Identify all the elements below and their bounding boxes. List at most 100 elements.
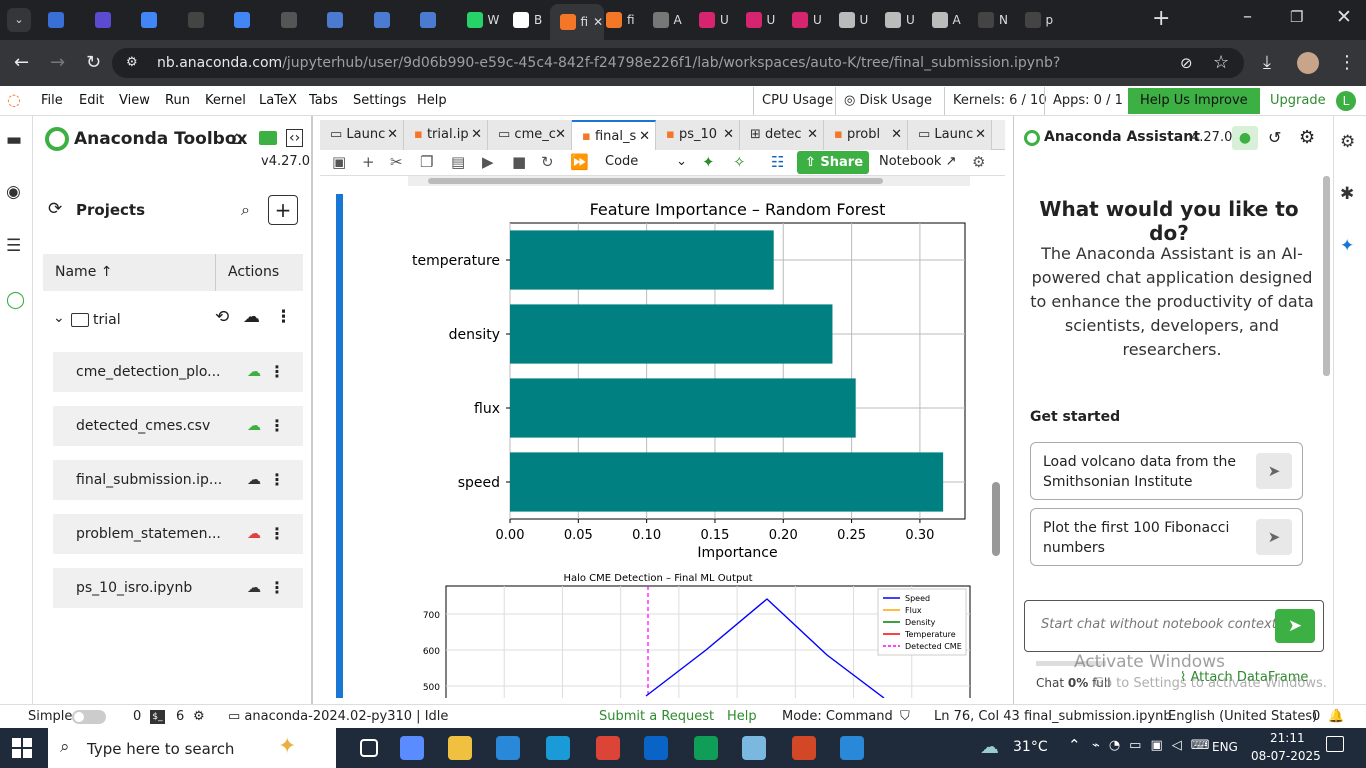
send-suggestion-icon[interactable]: ➤ xyxy=(1256,453,1292,489)
maximize-button[interactable]: ❐ xyxy=(1290,8,1303,26)
notebook-tab[interactable]: ▪ ps_10 ✕ xyxy=(656,120,740,150)
notebook-tab[interactable]: ▭ Launc ✕ xyxy=(320,120,404,150)
settings-gear-icon[interactable]: ⚙ xyxy=(1299,127,1315,148)
browser-tab[interactable]: U xyxy=(875,0,919,40)
submit-request-link[interactable]: Submit a Request xyxy=(599,705,714,729)
horizontal-scrollbar[interactable] xyxy=(408,176,970,186)
notebook-tab[interactable]: ⊞ detec ✕ xyxy=(740,120,824,150)
suggestion-card[interactable]: Load volcano data from the Smithsonian I… xyxy=(1030,442,1303,500)
file-item[interactable]: ps_10_isro.ipynb ☁ ⋮ xyxy=(53,568,303,608)
cloud-upload-icon[interactable]: ☁ xyxy=(243,307,260,327)
menu-run[interactable]: Run xyxy=(165,86,190,116)
chat-input[interactable]: Start chat without notebook context... ➤ xyxy=(1024,600,1324,652)
browser-tab[interactable] xyxy=(85,0,129,40)
kebab-menu-icon[interactable]: ⋮ xyxy=(269,406,285,446)
restart-icon[interactable]: ↻ xyxy=(541,153,554,171)
close-tab-icon[interactable]: ✕ xyxy=(723,120,734,150)
tab-search-button[interactable]: ⌄ xyxy=(7,8,31,32)
code-icon[interactable]: ‹› xyxy=(286,129,304,147)
browser-tab[interactable] xyxy=(178,0,222,40)
notebook-kernel-button[interactable]: Notebook ↗ xyxy=(879,154,957,169)
weather-temp[interactable]: 31°C xyxy=(1013,739,1048,755)
history-icon[interactable]: ↺ xyxy=(1268,128,1281,147)
help-us-improve-button[interactable]: Help Us Improve xyxy=(1128,88,1260,114)
sync-icon[interactable]: ⟲ xyxy=(215,307,229,327)
input-language[interactable]: ENG xyxy=(1212,740,1238,754)
cut-icon[interactable]: ✂ xyxy=(390,153,403,171)
sparkle-icon[interactable]: ✦ xyxy=(702,153,715,171)
gear-icon[interactable]: ⚙ xyxy=(193,705,205,729)
folder-green-icon[interactable] xyxy=(259,131,277,145)
add-project-button[interactable]: + xyxy=(268,195,298,225)
scroll-thumb[interactable] xyxy=(428,178,883,184)
environment-status[interactable]: ▭ anaconda-2024.02-py310 | Idle xyxy=(228,705,448,729)
simple-mode-toggle[interactable] xyxy=(72,710,106,724)
browser-tab[interactable]: A xyxy=(922,0,966,40)
outlook-icon[interactable] xyxy=(644,736,668,760)
close-tab-icon[interactable]: ✕ xyxy=(639,122,650,150)
send-button[interactable]: ➤ xyxy=(1275,609,1315,643)
kebab-menu-icon[interactable]: ⋮ xyxy=(269,460,285,500)
menu-help[interactable]: Help xyxy=(417,86,447,116)
forward-icon[interactable]: → xyxy=(50,52,65,73)
debugger-icon[interactable]: ✱ xyxy=(1340,184,1360,204)
assistant-run-icon[interactable]: ✧ xyxy=(733,153,746,171)
terminal-icon[interactable]: $_ xyxy=(150,710,165,724)
close-tab-icon[interactable]: ✕ xyxy=(975,120,986,150)
variables-icon[interactable]: ☷ xyxy=(771,153,784,171)
browser-tab[interactable]: U xyxy=(829,0,873,40)
edge-icon[interactable] xyxy=(546,736,570,760)
run-all-icon[interactable]: ⏩ xyxy=(570,153,589,171)
browser-tab[interactable] xyxy=(224,0,268,40)
copilot-icon[interactable] xyxy=(400,736,424,760)
cpu-usage-button[interactable]: CPU Usage xyxy=(753,87,841,115)
menu-edit[interactable]: Edit xyxy=(79,86,104,116)
apps-status[interactable]: Apps: 0 / 1 xyxy=(1044,87,1131,115)
tray-chevron-icon[interactable]: ⌃ xyxy=(1068,736,1081,754)
share-button[interactable]: ⇧ Share xyxy=(797,151,869,174)
close-tab-icon[interactable]: ✕ xyxy=(807,120,818,150)
kernels-status[interactable]: Kernels: 6 / 10 xyxy=(944,87,1055,115)
new-tab-button[interactable]: + xyxy=(1152,6,1170,31)
browser-tab[interactable] xyxy=(317,0,361,40)
browser-tab[interactable]: B xyxy=(503,0,547,40)
notebook-tab[interactable]: ▪ trial.ip ✕ xyxy=(404,120,488,150)
notebook-tab[interactable]: ▭ Launc ✕ xyxy=(908,120,992,150)
clock-date[interactable]: 08-07-2025 xyxy=(1251,749,1321,763)
assistant-scrollbar[interactable] xyxy=(1323,176,1330,376)
reload-icon[interactable]: ↻ xyxy=(86,52,101,73)
clock-time[interactable]: 21:11 xyxy=(1270,731,1305,745)
notebook-tab[interactable]: ▪ final_s ✕ xyxy=(572,120,656,150)
cell-type-select[interactable]: Code ⌄ xyxy=(605,154,687,169)
file-item[interactable]: detected_cmes.csv ☁ ⋮ xyxy=(53,406,303,446)
menu-file[interactable]: File xyxy=(41,86,63,116)
minimize-button[interactable]: – xyxy=(1243,6,1252,27)
chrome-icon[interactable] xyxy=(694,736,718,760)
chat-icon[interactable]: ● xyxy=(1232,126,1258,150)
back-icon[interactable]: ← xyxy=(14,52,29,73)
browser-menu-icon[interactable]: ⋮ xyxy=(1338,52,1356,73)
disk-usage-button[interactable]: ◎ Disk Usage xyxy=(835,87,940,115)
file-item[interactable]: final_submission.ip... ☁ ⋮ xyxy=(53,460,303,500)
browser-tab[interactable] xyxy=(271,0,315,40)
copy-icon[interactable]: ❐ xyxy=(420,153,433,171)
browser-tab[interactable] xyxy=(410,0,454,40)
chrome-icon[interactable] xyxy=(596,736,620,760)
site-info-icon[interactable]: ⚙ xyxy=(126,48,138,78)
toc-icon[interactable]: ☰ xyxy=(6,236,26,256)
browser-tab[interactable]: A xyxy=(643,0,687,40)
paint-icon[interactable] xyxy=(840,736,864,760)
projects-refresh-icon[interactable]: ⟳ xyxy=(48,199,62,219)
file-item[interactable]: problem_statemen... ☁ ⋮ xyxy=(53,514,303,554)
assistant-sparkle-icon[interactable]: ✦ xyxy=(1340,236,1360,256)
tray-icons[interactable]: ⌁◔▭▣◁⌨ xyxy=(1092,738,1219,753)
bell-icon[interactable]: 🔔 xyxy=(1328,705,1344,729)
notepad-icon[interactable] xyxy=(742,736,766,760)
notebook-tab[interactable]: ▪ probl ✕ xyxy=(824,120,908,150)
anaconda-toolbox-icon[interactable]: ◯ xyxy=(6,290,26,310)
browser-tab[interactable]: U xyxy=(782,0,826,40)
cloud-status-icon[interactable]: ☁ xyxy=(247,406,261,446)
save-icon[interactable]: ▣ xyxy=(332,153,346,171)
stop-icon[interactable]: ■ xyxy=(512,153,526,171)
upgrade-link[interactable]: Upgrade xyxy=(1262,87,1334,115)
